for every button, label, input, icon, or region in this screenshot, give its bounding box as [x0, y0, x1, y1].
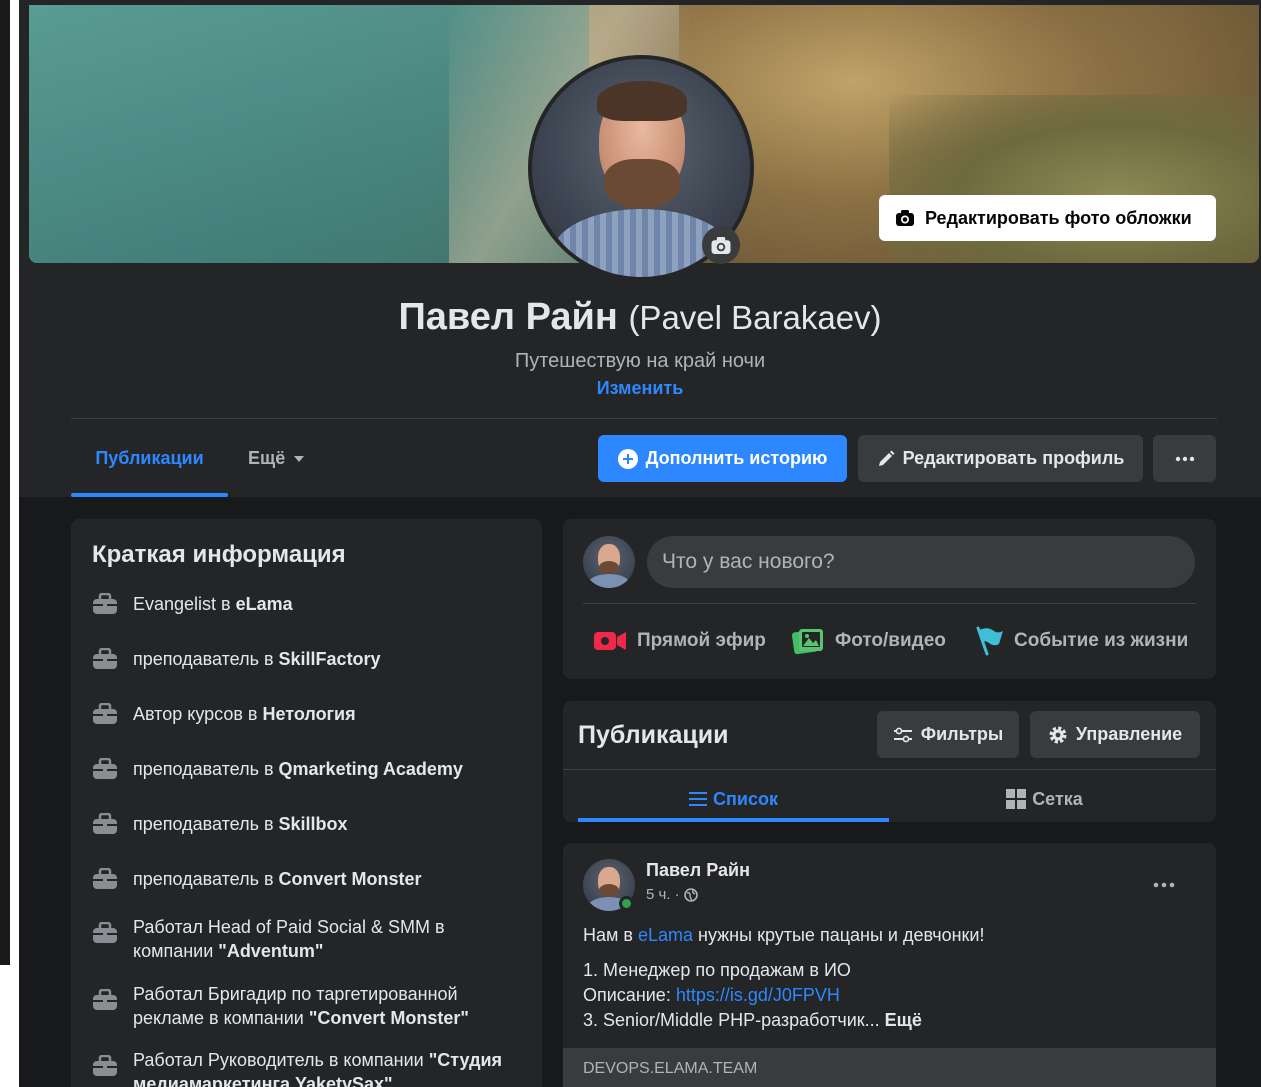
view-list-indicator: [578, 818, 889, 822]
life-event-button[interactable]: Событие из жизни: [974, 619, 1188, 663]
left-dark-strip: [0, 0, 10, 965]
briefcase-icon: [91, 702, 119, 726]
list-icon: [689, 792, 708, 806]
briefcase-icon: [91, 592, 119, 616]
online-status-dot: [619, 896, 634, 911]
briefcase-icon: [91, 988, 119, 1012]
filter-sliders-icon: [893, 727, 912, 742]
photo-video-button[interactable]: Фото/видео: [791, 619, 946, 663]
tab-publications[interactable]: Публикации: [71, 436, 228, 496]
briefcase-icon: [91, 921, 119, 945]
add-story-button[interactable]: Дополнить историю: [598, 435, 847, 482]
intro-item-org[interactable]: "Adventum": [218, 941, 323, 961]
tab-more[interactable]: Ещё: [248, 448, 305, 469]
edit-cover-photo-label: Редактировать фото обложки: [925, 207, 1192, 228]
post-author[interactable]: Павел Райн: [646, 860, 750, 881]
intro-item: преподаватель в SkillFactory: [91, 647, 381, 671]
filters-label: Фильтры: [920, 724, 1004, 744]
more-options-button[interactable]: [1153, 435, 1216, 482]
more-dots-icon: [1153, 882, 1175, 888]
intro-item-org[interactable]: Skillbox: [279, 814, 348, 834]
live-video-label: Прямой эфир: [637, 630, 766, 651]
intro-item-org[interactable]: Convert Monster: [279, 869, 422, 889]
intro-item-org[interactable]: Нетология: [262, 704, 355, 724]
composer-input[interactable]: Что у вас нового?: [647, 536, 1195, 588]
globe-icon: [683, 887, 698, 902]
manage-posts-button[interactable]: Управление: [1030, 711, 1200, 758]
edit-bio-link[interactable]: Изменить: [19, 378, 1261, 399]
camera-icon: [896, 210, 914, 226]
intro-item-org[interactable]: SkillFactory: [279, 649, 381, 669]
composer-divider: [583, 603, 1196, 604]
post-url-link[interactable]: https://is.gd/J0FPVH: [676, 985, 840, 1005]
post-time[interactable]: 5 ч. ·: [646, 886, 680, 903]
profile-name-main: Павел Райн: [398, 296, 618, 338]
intro-item-org[interactable]: "Convert Monster": [309, 1008, 469, 1028]
edit-cover-photo-button[interactable]: Редактировать фото обложки: [879, 195, 1216, 241]
pencil-icon: [878, 450, 895, 466]
link-preview-domain: DEVOPS.ELAMA.TEAM: [583, 1060, 758, 1077]
view-grid-tab[interactable]: Сетка: [889, 779, 1200, 819]
more-dots-icon: [1175, 456, 1194, 461]
intro-card: Краткая информация Evangelist в eLama пр…: [71, 519, 542, 1087]
post-mention-link[interactable]: eLama: [638, 925, 693, 945]
life-event-label: Событие из жизни: [1014, 630, 1189, 651]
photo-icon: [791, 629, 823, 655]
post-composer: Что у вас нового? Прямой эфир Фото/видео: [563, 519, 1216, 679]
post-card: Павел Райн 5 ч. · Нам в eLama нужны крут…: [563, 843, 1216, 1087]
update-avatar-button[interactable]: [702, 226, 740, 264]
posts-header-card: Публикации Фильтры Управление Список Сет…: [563, 701, 1216, 822]
briefcase-icon: [91, 647, 119, 671]
edit-profile-label: Редактировать профиль: [902, 448, 1125, 468]
live-video-icon: [594, 632, 626, 650]
intro-item: Автор курсов в Нетология: [91, 702, 356, 726]
flag-icon: [976, 626, 1003, 656]
edit-profile-button[interactable]: Редактировать профиль: [858, 435, 1143, 482]
view-grid-label: Сетка: [1032, 788, 1083, 809]
post-meta: 5 ч. ·: [646, 886, 698, 903]
post-options-button[interactable]: [1153, 868, 1175, 894]
see-more-link[interactable]: Ещё: [885, 1010, 922, 1030]
profile-page: Редактировать фото обложки Павел Райн (P…: [19, 0, 1261, 1087]
posts-title: Публикации: [578, 721, 729, 749]
avatar[interactable]: [583, 536, 635, 588]
view-list-label: Список: [713, 788, 778, 809]
caret-down-icon: [294, 455, 305, 462]
profile-bio: Путешествую на край ночи: [514, 350, 766, 372]
profile-header: Редактировать фото обложки Павел Райн (P…: [19, 0, 1261, 497]
intro-item: преподаватель в Convert Monster: [91, 867, 422, 891]
add-story-label: Дополнить историю: [645, 448, 828, 468]
manage-posts-label: Управление: [1075, 724, 1183, 744]
posts-header-divider: [563, 769, 1216, 770]
intro-item: Работал Бригадир по таргетированной рекл…: [91, 982, 513, 1030]
intro-item: преподаватель в Skillbox: [91, 812, 348, 836]
briefcase-icon: [91, 812, 119, 836]
intro-item: Работал Руководитель в компании "Студия …: [91, 1048, 513, 1087]
intro-item-org[interactable]: Qmarketing Academy: [279, 759, 463, 779]
active-tab-indicator: [71, 493, 228, 497]
profile-name: Павел Райн (Pavel Barakaev): [19, 296, 1261, 339]
filters-button[interactable]: Фильтры: [877, 711, 1019, 758]
intro-item: Работал Head of Paid Social & SMM в комп…: [91, 915, 503, 963]
profile-name-alt: (Pavel Barakaev): [628, 299, 882, 336]
briefcase-icon: [91, 757, 119, 781]
grid-icon: [1006, 789, 1027, 809]
plus-circle-icon: [617, 448, 638, 469]
intro-title: Краткая информация: [92, 541, 346, 568]
header-divider: [71, 418, 1217, 419]
tab-more-label: Ещё: [248, 448, 286, 468]
gear-icon: [1049, 726, 1067, 743]
view-list-tab[interactable]: Список: [578, 779, 889, 819]
intro-item: преподаватель в Qmarketing Academy: [91, 757, 463, 781]
briefcase-icon: [91, 1054, 119, 1078]
live-video-button[interactable]: Прямой эфир: [593, 619, 766, 663]
intro-item-org[interactable]: eLama: [236, 594, 293, 614]
post-text: Нам в eLama нужны крутые пацаны и девчон…: [583, 925, 985, 1030]
intro-item: Evangelist в eLama: [91, 592, 293, 616]
camera-icon: [711, 236, 731, 254]
briefcase-icon: [91, 867, 119, 891]
photo-video-label: Фото/видео: [835, 630, 946, 651]
